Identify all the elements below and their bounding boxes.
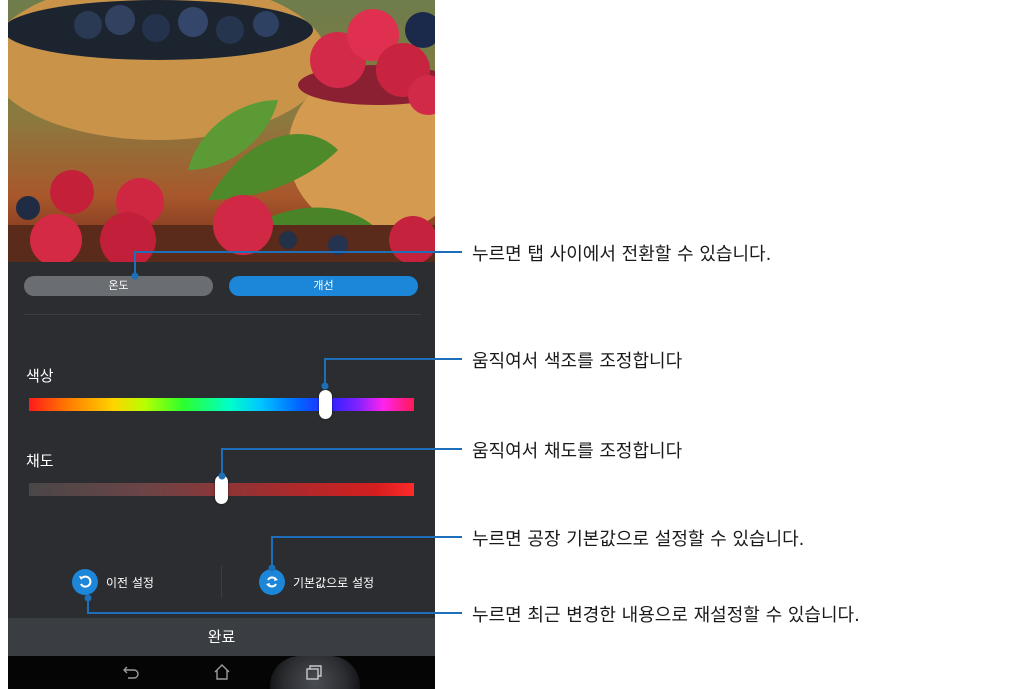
callout-saturation: 움직여서 채도를 조정합니다 [472,441,683,462]
callout-tabs: 누르면 탭 사이에서 전환할 수 있습니다. [472,244,772,265]
callout-lines [84,251,462,614]
callout-default: 누르면 공장 기본값으로 설정할 수 있습니다. [472,529,805,550]
callout-previous: 누르면 최근 변경한 내용으로 재설정할 수 있습니다. [472,605,860,626]
callout-hue: 움직여서 색조를 조정합니다 [472,351,683,372]
